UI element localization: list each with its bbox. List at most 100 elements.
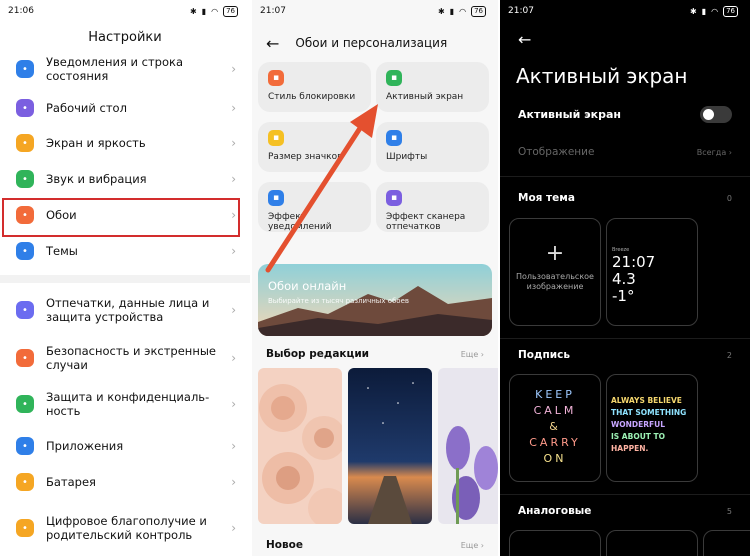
- sun-icon: •: [16, 134, 34, 152]
- chevron-right-icon: ›: [231, 303, 236, 317]
- status-time: 21:07: [508, 6, 534, 16]
- personalization-tile[interactable]: ▪ Стиль блокировки: [258, 62, 371, 112]
- analog-card[interactable]: [703, 530, 750, 556]
- display-value: Всегда ›: [696, 147, 732, 157]
- crocus-image: [438, 368, 498, 524]
- keep-calm-line: CALM: [533, 404, 577, 417]
- icon-size-icon: ▪: [268, 130, 284, 146]
- settings-item[interactable]: • Экран и яркость ›: [16, 134, 242, 152]
- settings-item[interactable]: • Рабочий стол ›: [16, 99, 242, 117]
- section-new: Новое: [266, 539, 303, 551]
- more-link[interactable]: Еще ›: [461, 350, 484, 359]
- chevron-right-icon: ›: [231, 62, 236, 76]
- page-header: ← Обои и персонализация: [252, 28, 498, 58]
- bluetooth-icon: ✱: [689, 6, 697, 16]
- banner-title: Обои онлайн: [268, 279, 347, 293]
- settings-item[interactable]: • Цифровое благополучие и родительский ко…: [16, 514, 242, 542]
- roses-image: [258, 368, 342, 524]
- signal-icon: ▮: [201, 6, 207, 16]
- personalization-tile[interactable]: ▪ Эффект уведомлений: [258, 182, 371, 232]
- online-wallpapers-banner[interactable]: Обои онлайн Выбирайте из тысяч различных…: [258, 264, 492, 336]
- settings-item[interactable]: • Звук и вибрация ›: [16, 170, 242, 188]
- settings-item[interactable]: • Приложения ›: [16, 437, 242, 455]
- chevron-right-icon: ›: [231, 244, 236, 258]
- settings-item[interactable]: • Уведомления и строка состояния ›: [16, 55, 242, 83]
- page-title: Активный экран: [516, 64, 688, 88]
- fingerprint-icon: ▪: [386, 190, 402, 206]
- notification-icon: •: [16, 60, 34, 78]
- section-count: 5: [726, 506, 732, 516]
- active-screen-row[interactable]: Активный экран: [518, 106, 732, 123]
- active-screen-toggle[interactable]: [700, 106, 732, 123]
- speaker-icon: •: [16, 170, 34, 188]
- active-screen-settings: 21:07 ✱ ▮ ◠ 76 ← Активный экран Активный…: [500, 0, 750, 556]
- back-arrow-icon[interactable]: ←: [266, 34, 279, 53]
- back-arrow-icon[interactable]: ←: [500, 30, 750, 52]
- personalization-tile[interactable]: ▪ Шрифты: [376, 122, 489, 172]
- settings-item-label: Безопасность и экстренные случаи: [46, 344, 216, 372]
- settings-item-label: Приложения: [46, 439, 124, 453]
- settings-item[interactable]: • Защита и конфиденциаль-ность ›: [16, 390, 242, 418]
- settings-item-label: Защита и конфиденциаль-ность: [46, 390, 210, 418]
- settings-item-label: Обои: [46, 208, 77, 222]
- chevron-right-icon: ›: [231, 172, 236, 186]
- clock-temp: -1°: [612, 287, 635, 305]
- section-title: Аналоговые: [518, 505, 592, 517]
- settings-item-label: Звук и вибрация: [46, 172, 147, 186]
- page-title: Настройки: [88, 30, 162, 45]
- status-time: 21:07: [260, 6, 286, 16]
- wifi-icon: ◠: [459, 6, 467, 16]
- wallpaper-thumb-roses[interactable]: [258, 368, 342, 524]
- chevron-right-icon: ›: [231, 136, 236, 150]
- analog-card[interactable]: [606, 530, 698, 556]
- battery-indicator: 76: [223, 5, 238, 17]
- display-value-text: Всегда: [696, 147, 727, 157]
- section-title: Моя тема: [518, 192, 575, 204]
- clock-time: 21:07: [612, 253, 656, 271]
- clock-date: 4.3: [612, 270, 636, 288]
- settings-item-label: Экран и яркость: [46, 136, 146, 150]
- tile-label: Эффект уведомлений: [268, 212, 332, 232]
- settings-item[interactable]: • Обои ›: [16, 206, 242, 224]
- settings-item-label: Рабочий стол: [46, 101, 127, 115]
- personalization-tile[interactable]: ▪ Активный экран: [376, 62, 489, 112]
- page-title: Обои и персонализация: [295, 36, 448, 50]
- always-believe-card[interactable]: ALWAYS BELIEVE THAT SOMETHING WONDERFUL IS …: [606, 374, 698, 482]
- keep-calm-card[interactable]: KEEP CALM & CARRY ON: [509, 374, 601, 482]
- wifi-icon: ◠: [711, 6, 719, 16]
- keep-calm-line: &: [549, 420, 561, 433]
- status-icons: ✱ ▮ ◠ 76: [438, 5, 486, 17]
- settings-item-label: Отпечатки, данные лица и защита устройст…: [46, 296, 210, 324]
- custom-image-label: Пользовательское изображение: [516, 272, 594, 291]
- believe-line: THAT SOMETHING: [611, 408, 687, 417]
- signal-icon: ▮: [701, 6, 707, 16]
- clock-theme-card[interactable]: Breeze 21:07 4.3 -1°: [606, 218, 698, 326]
- section-my-theme: Моя тема 0: [518, 192, 732, 204]
- wallpaper-thumb-pier[interactable]: [348, 368, 432, 524]
- personalization-tile[interactable]: ▪ Эффект сканера отпечатков: [376, 182, 489, 232]
- custom-image-card[interactable]: + Пользовательское изображение: [509, 218, 601, 326]
- settings-screen: 21:06 ✱ ▮ ◠ 76 Настройки • Уведомления и …: [0, 0, 250, 556]
- divider: [500, 494, 750, 495]
- display-row[interactable]: Отображение Всегда ›: [518, 146, 732, 158]
- more-label: Еще: [460, 541, 479, 550]
- tile-label: Активный экран: [386, 92, 464, 102]
- chevron-right-icon: ›: [231, 439, 236, 453]
- status-bar: 21:07 ✱ ▮ ◠ 76: [500, 0, 750, 22]
- chevron-right-icon: ›: [231, 475, 236, 489]
- analog-card[interactable]: [509, 530, 601, 556]
- more-link-new[interactable]: Еще ›: [461, 541, 484, 550]
- personalization-tile[interactable]: ▪ Размер значков: [258, 122, 371, 172]
- tile-label: Размер значков: [268, 152, 343, 162]
- status-icons: ✱ ▮ ◠ 76: [190, 5, 238, 17]
- settings-item[interactable]: • Безопасность и экстренные случаи ›: [16, 344, 242, 372]
- keep-calm-line: ON: [543, 452, 567, 465]
- settings-item[interactable]: • Темы ›: [16, 242, 242, 260]
- section-signature: Подпись 2: [518, 349, 732, 361]
- settings-item[interactable]: • Батарея ›: [16, 473, 242, 491]
- status-bar: 21:07 ✱ ▮ ◠ 76: [252, 0, 498, 22]
- wallpaper-thumb-flowers[interactable]: [438, 368, 498, 524]
- personalization-screen: 21:07 ✱ ▮ ◠ 76 ← Обои и персонализация ▪…: [252, 0, 498, 556]
- divider: [500, 176, 750, 177]
- settings-item[interactable]: • Отпечатки, данные лица и защита устройс…: [16, 296, 242, 324]
